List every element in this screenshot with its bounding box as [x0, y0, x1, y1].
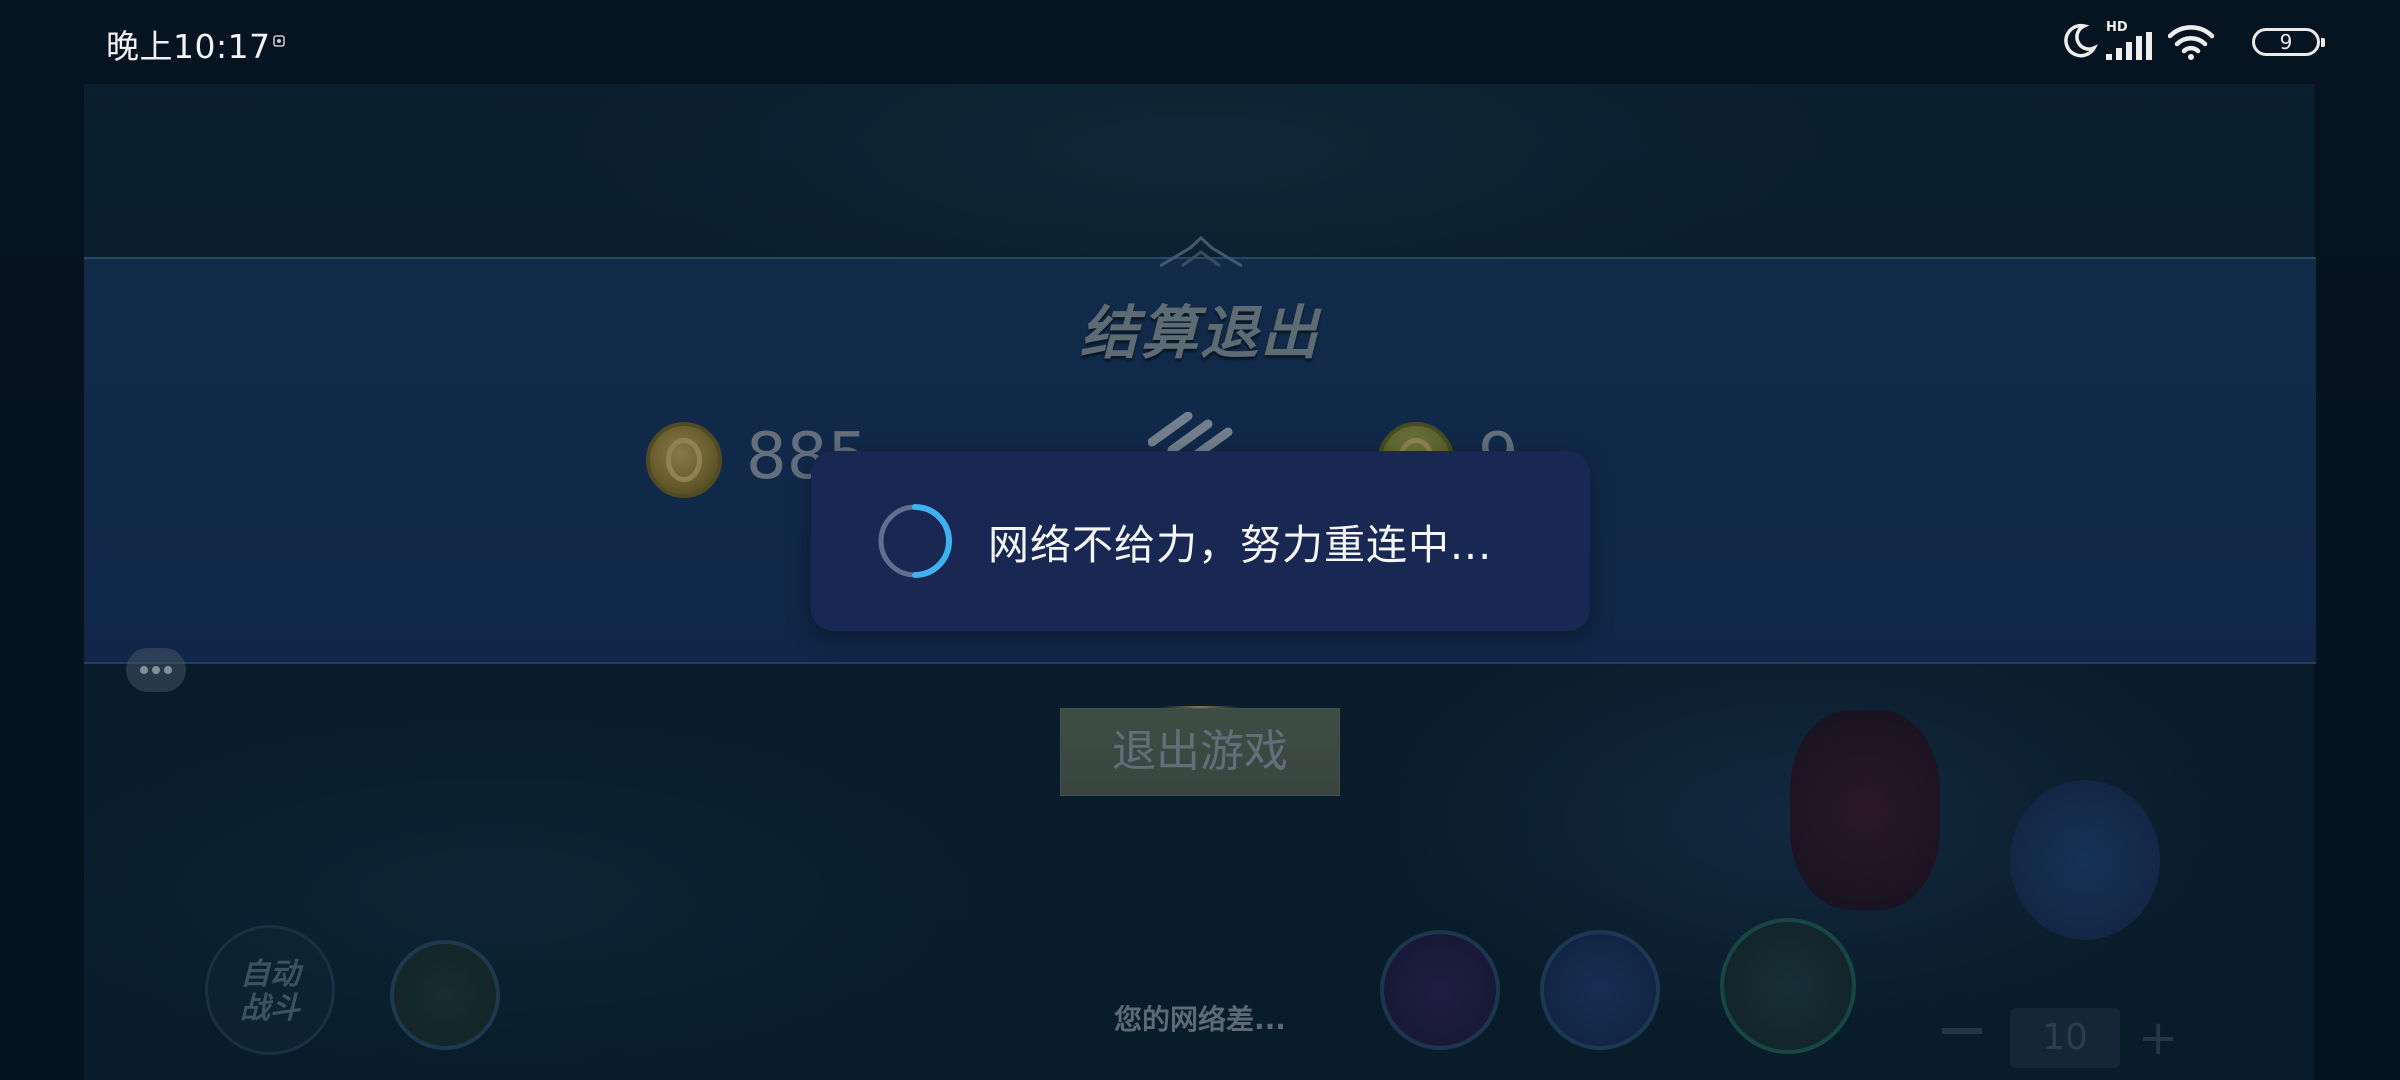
wifi-icon [2168, 25, 2214, 60]
loading-spinner-icon [878, 504, 952, 578]
status-bar: 晚上10:17 HD 9 [0, 0, 2400, 84]
reconnect-toast: 网络不给力，努力重连中... [811, 451, 1590, 631]
signal-icon [2106, 32, 2152, 60]
status-icons: HD 9 [2060, 20, 2325, 62]
moon-icon [2064, 23, 2098, 58]
reconnect-message: 网络不给力，努力重连中... [988, 521, 1493, 569]
notification-icon [273, 35, 285, 47]
status-time: 晚上10:17 [106, 27, 271, 66]
battery-icon: 9 [2252, 28, 2325, 56]
